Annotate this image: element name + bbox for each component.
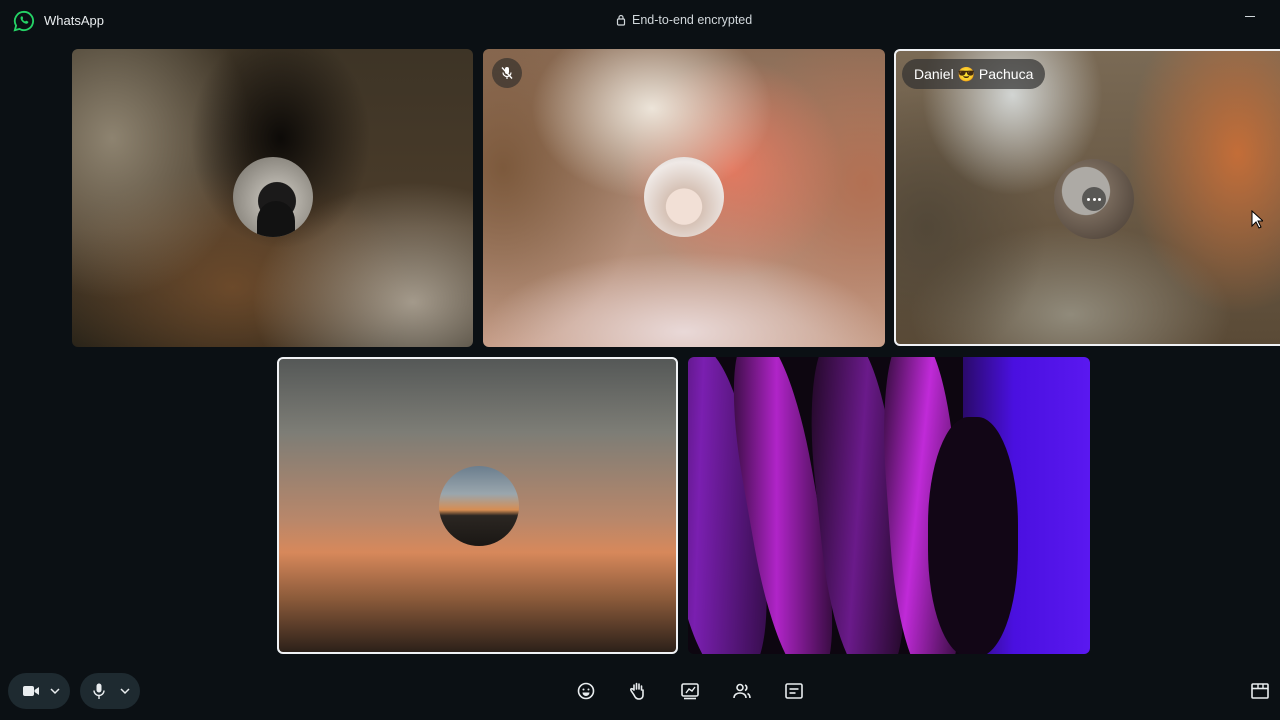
camera-control[interactable] [8, 673, 70, 709]
participant-avatar [1054, 159, 1134, 239]
minimize-button[interactable] [1240, 6, 1262, 28]
call-controls-bar [0, 668, 1280, 720]
encryption-status: End-to-end encrypted [616, 13, 752, 27]
participant-avatar [233, 157, 313, 237]
call-chat-icon[interactable] [784, 681, 804, 701]
video-camera-icon[interactable] [22, 682, 40, 700]
participant-avatar [439, 466, 519, 546]
emoji-reaction-icon[interactable] [576, 681, 596, 701]
microphone-muted-icon [501, 67, 513, 79]
more-options-icon[interactable] [1082, 187, 1106, 211]
participant-video-tile[interactable] [688, 357, 1090, 654]
muted-badge [492, 58, 522, 88]
participant-tile-1[interactable] [72, 49, 473, 347]
microphone-icon[interactable] [90, 682, 108, 700]
screen-share-icon[interactable] [680, 681, 700, 701]
raise-hand-icon[interactable] [628, 681, 648, 701]
lock-icon [616, 14, 626, 26]
participant-tile-3[interactable]: Daniel 😎 Pachuca [894, 49, 1280, 346]
chevron-down-icon[interactable] [120, 687, 130, 695]
participant-avatar [644, 157, 724, 237]
mouse-cursor-icon [1251, 210, 1263, 229]
participant-name-label: Daniel 😎 Pachuca [902, 59, 1046, 89]
chevron-down-icon[interactable] [50, 687, 60, 695]
encryption-text: End-to-end encrypted [632, 13, 753, 27]
participant-tile-2[interactable] [483, 49, 885, 347]
layout-icon[interactable] [1250, 681, 1270, 701]
whatsapp-logo-icon [13, 10, 35, 32]
participants-icon[interactable] [732, 681, 752, 701]
microphone-control[interactable] [80, 673, 140, 709]
app-title: WhatsApp [44, 13, 104, 28]
participant-tile-4[interactable] [277, 357, 678, 654]
title-bar: WhatsApp End-to-end encrypted [0, 0, 1280, 40]
